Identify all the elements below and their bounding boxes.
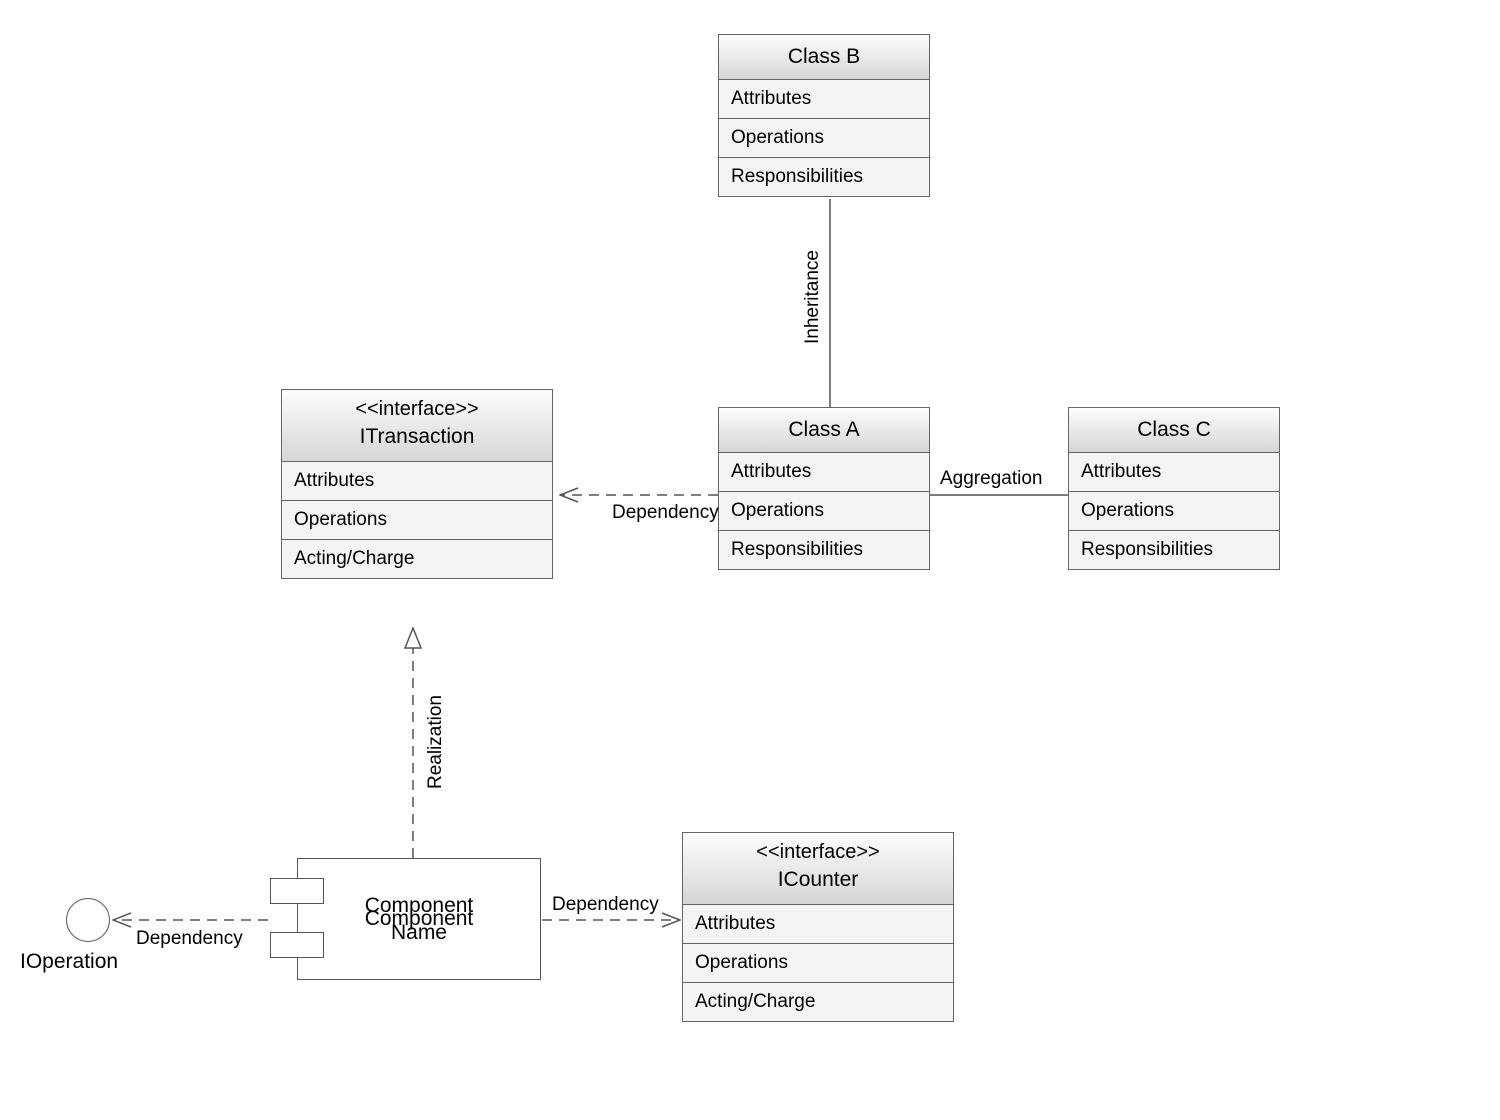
icounter-operations: Operations	[683, 944, 953, 983]
uml-interface-icounter: <<interface>> ICounter Attributes Operat…	[682, 832, 954, 1022]
class-c-operations: Operations	[1069, 492, 1279, 531]
label-realization: Realization	[425, 695, 447, 789]
label-inheritance: Inheritance	[802, 250, 824, 344]
component-name-text: Component Name	[297, 858, 541, 980]
class-c-name: Class C	[1075, 416, 1273, 444]
component-lug-top	[270, 878, 324, 904]
label-aggregation: Aggregation	[940, 468, 1042, 490]
itransaction-acting: Acting/Charge	[282, 540, 552, 578]
itransaction-name: ITransaction	[288, 423, 546, 451]
uml-class-a: Class A Attributes Operations Responsibi…	[718, 407, 930, 570]
component-lug-bottom	[270, 932, 324, 958]
diagram-canvas: Class B Attributes Operations Responsibi…	[0, 0, 1500, 1120]
uml-interface-itransaction: <<interface>> ITransaction Attributes Op…	[281, 389, 553, 579]
itransaction-header: <<interface>> ITransaction	[282, 390, 552, 462]
icounter-stereotype: <<interface>>	[689, 839, 947, 866]
itransaction-stereotype: <<interface>>	[288, 396, 546, 423]
itransaction-operations: Operations	[282, 501, 552, 540]
class-b-operations: Operations	[719, 119, 929, 158]
ioperation-circle-icon	[66, 898, 110, 942]
label-dependency-comp-icounter: Dependency	[552, 894, 659, 916]
class-b-name: Class B	[725, 43, 923, 71]
class-a-responsibilities: Responsibilities	[719, 531, 929, 569]
label-dependency-a-itx: Dependency	[612, 502, 719, 524]
class-b-header: Class B	[719, 35, 929, 80]
class-c-attributes: Attributes	[1069, 453, 1279, 492]
class-a-attributes: Attributes	[719, 453, 929, 492]
class-a-name: Class A	[725, 416, 923, 444]
icounter-name: ICounter	[689, 866, 947, 894]
icounter-attributes: Attributes	[683, 905, 953, 944]
class-c-header: Class C	[1069, 408, 1279, 453]
class-b-responsibilities: Responsibilities	[719, 158, 929, 196]
itransaction-attributes: Attributes	[282, 462, 552, 501]
ioperation-label: IOperation	[20, 950, 118, 974]
label-dependency-iop-comp: Dependency	[136, 928, 243, 950]
class-a-operations: Operations	[719, 492, 929, 531]
class-a-header: Class A	[719, 408, 929, 453]
uml-class-b: Class B Attributes Operations Responsibi…	[718, 34, 930, 197]
class-c-responsibilities: Responsibilities	[1069, 531, 1279, 569]
icounter-header: <<interface>> ICounter	[683, 833, 953, 905]
icounter-acting: Acting/Charge	[683, 983, 953, 1021]
uml-class-c: Class C Attributes Operations Responsibi…	[1068, 407, 1280, 570]
class-b-attributes: Attributes	[719, 80, 929, 119]
